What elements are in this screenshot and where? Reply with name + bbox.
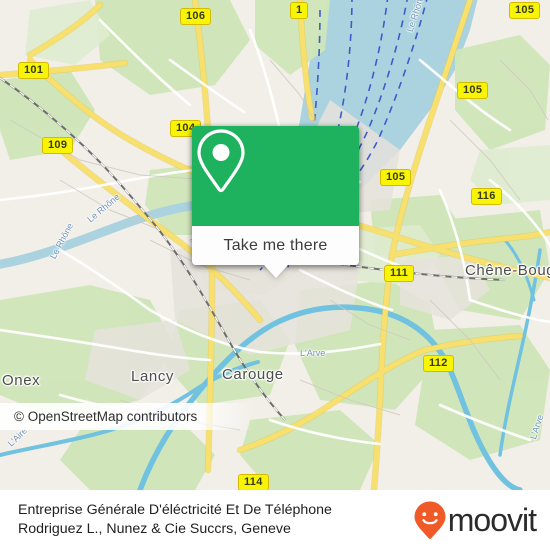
- road-shield[interactable]: 116: [471, 188, 502, 205]
- location-callout[interactable]: Take me there: [192, 126, 359, 278]
- place-label-chene-bougeries: Chêne-Bougeries: [465, 262, 550, 279]
- road-shield[interactable]: 111: [384, 265, 415, 282]
- moovit-wordmark: moovit: [447, 502, 537, 538]
- road-shield[interactable]: 105: [380, 169, 412, 186]
- road-shield[interactable]: 105: [457, 82, 489, 99]
- map-screenshot: 106 1 105 101 105 109 104 105 116 111 11…: [0, 0, 550, 550]
- moovit-smiley-pin-icon: [414, 501, 446, 539]
- callout-tail: [263, 265, 288, 278]
- road-shield[interactable]: 106: [180, 8, 212, 25]
- callout-icon-area: [192, 126, 359, 226]
- place-label-lancy: Lancy: [131, 368, 175, 385]
- attribution-text[interactable]: © OpenStreetMap contributors: [14, 409, 197, 424]
- road-shield[interactable]: 112: [423, 355, 454, 372]
- place-title: Entreprise Générale D'éléctricité Et De …: [18, 501, 332, 539]
- road-shield[interactable]: 114: [238, 474, 269, 490]
- road-shield[interactable]: 1: [290, 2, 309, 19]
- place-title-line1: Entreprise Générale D'éléctricité Et De …: [18, 502, 332, 518]
- take-me-there-label: Take me there: [223, 236, 328, 254]
- place-label-carouge: Carouge: [222, 366, 284, 383]
- road-shield[interactable]: 105: [509, 2, 541, 19]
- callout-action[interactable]: Take me there: [192, 226, 359, 278]
- place-label-onex: Onex: [2, 372, 41, 389]
- water-label-larve: L'Arve: [300, 348, 326, 358]
- map-canvas[interactable]: 106 1 105 101 105 109 104 105 116 111 11…: [0, 0, 550, 490]
- map-pin-icon: [197, 129, 245, 193]
- place-title-line2: Rodriguez L., Nunez & Cie Succrs, Geneve: [18, 521, 291, 537]
- footer-bar: Entreprise Générale D'éléctricité Et De …: [0, 490, 550, 550]
- road-shield[interactable]: 101: [18, 62, 50, 79]
- road-shield[interactable]: 109: [42, 137, 74, 154]
- moovit-brand[interactable]: moovit: [413, 500, 537, 540]
